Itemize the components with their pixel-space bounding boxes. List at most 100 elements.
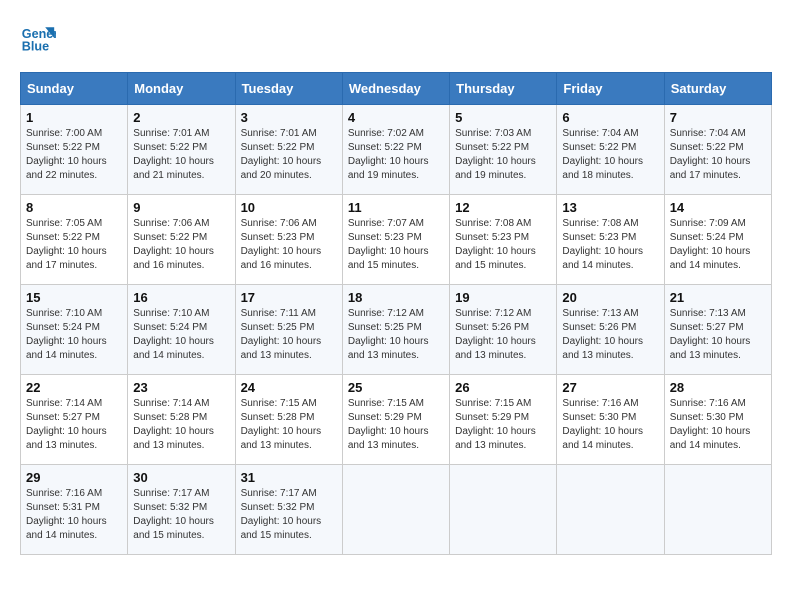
day-number: 1 bbox=[26, 110, 122, 125]
weekday-header-thursday: Thursday bbox=[450, 73, 557, 105]
day-number: 23 bbox=[133, 380, 229, 395]
day-info: Sunrise: 7:17 AMSunset: 5:32 PMDaylight:… bbox=[241, 488, 322, 541]
calendar-week-5: 29 Sunrise: 7:16 AMSunset: 5:31 PMDaylig… bbox=[21, 465, 772, 555]
calendar-cell: 12 Sunrise: 7:08 AMSunset: 5:23 PMDaylig… bbox=[450, 195, 557, 285]
day-info: Sunrise: 7:04 AMSunset: 5:22 PMDaylight:… bbox=[670, 128, 751, 181]
weekday-header-row: SundayMondayTuesdayWednesdayThursdayFrid… bbox=[21, 73, 772, 105]
day-info: Sunrise: 7:05 AMSunset: 5:22 PMDaylight:… bbox=[26, 218, 107, 271]
logo-icon: General Blue bbox=[20, 20, 56, 56]
calendar-cell: 22 Sunrise: 7:14 AMSunset: 5:27 PMDaylig… bbox=[21, 375, 128, 465]
calendar-cell bbox=[664, 465, 771, 555]
calendar-cell: 5 Sunrise: 7:03 AMSunset: 5:22 PMDayligh… bbox=[450, 105, 557, 195]
calendar-cell: 9 Sunrise: 7:06 AMSunset: 5:22 PMDayligh… bbox=[128, 195, 235, 285]
calendar-cell: 4 Sunrise: 7:02 AMSunset: 5:22 PMDayligh… bbox=[342, 105, 449, 195]
day-info: Sunrise: 7:08 AMSunset: 5:23 PMDaylight:… bbox=[455, 218, 536, 271]
calendar-cell: 2 Sunrise: 7:01 AMSunset: 5:22 PMDayligh… bbox=[128, 105, 235, 195]
weekday-header-friday: Friday bbox=[557, 73, 664, 105]
calendar-cell: 15 Sunrise: 7:10 AMSunset: 5:24 PMDaylig… bbox=[21, 285, 128, 375]
day-number: 4 bbox=[348, 110, 444, 125]
day-number: 24 bbox=[241, 380, 337, 395]
calendar-cell: 25 Sunrise: 7:15 AMSunset: 5:29 PMDaylig… bbox=[342, 375, 449, 465]
day-number: 11 bbox=[348, 200, 444, 215]
day-number: 15 bbox=[26, 290, 122, 305]
day-number: 12 bbox=[455, 200, 551, 215]
calendar-cell bbox=[342, 465, 449, 555]
day-number: 8 bbox=[26, 200, 122, 215]
calendar-cell: 31 Sunrise: 7:17 AMSunset: 5:32 PMDaylig… bbox=[235, 465, 342, 555]
day-number: 5 bbox=[455, 110, 551, 125]
day-info: Sunrise: 7:13 AMSunset: 5:27 PMDaylight:… bbox=[670, 308, 751, 361]
day-info: Sunrise: 7:16 AMSunset: 5:30 PMDaylight:… bbox=[562, 398, 643, 451]
calendar-cell: 23 Sunrise: 7:14 AMSunset: 5:28 PMDaylig… bbox=[128, 375, 235, 465]
day-info: Sunrise: 7:15 AMSunset: 5:29 PMDaylight:… bbox=[348, 398, 429, 451]
calendar-table: SundayMondayTuesdayWednesdayThursdayFrid… bbox=[20, 72, 772, 555]
day-number: 2 bbox=[133, 110, 229, 125]
day-info: Sunrise: 7:01 AMSunset: 5:22 PMDaylight:… bbox=[241, 128, 322, 181]
day-number: 19 bbox=[455, 290, 551, 305]
day-number: 22 bbox=[26, 380, 122, 395]
weekday-header-saturday: Saturday bbox=[664, 73, 771, 105]
calendar-cell bbox=[450, 465, 557, 555]
day-number: 7 bbox=[670, 110, 766, 125]
logo: General Blue bbox=[20, 20, 58, 56]
calendar-cell: 14 Sunrise: 7:09 AMSunset: 5:24 PMDaylig… bbox=[664, 195, 771, 285]
day-info: Sunrise: 7:11 AMSunset: 5:25 PMDaylight:… bbox=[241, 308, 322, 361]
calendar-cell: 16 Sunrise: 7:10 AMSunset: 5:24 PMDaylig… bbox=[128, 285, 235, 375]
day-info: Sunrise: 7:14 AMSunset: 5:27 PMDaylight:… bbox=[26, 398, 107, 451]
day-number: 30 bbox=[133, 470, 229, 485]
day-number: 20 bbox=[562, 290, 658, 305]
svg-text:Blue: Blue bbox=[22, 40, 49, 54]
day-number: 25 bbox=[348, 380, 444, 395]
weekday-header-tuesday: Tuesday bbox=[235, 73, 342, 105]
day-info: Sunrise: 7:15 AMSunset: 5:28 PMDaylight:… bbox=[241, 398, 322, 451]
day-number: 17 bbox=[241, 290, 337, 305]
calendar-cell: 13 Sunrise: 7:08 AMSunset: 5:23 PMDaylig… bbox=[557, 195, 664, 285]
day-info: Sunrise: 7:15 AMSunset: 5:29 PMDaylight:… bbox=[455, 398, 536, 451]
day-number: 29 bbox=[26, 470, 122, 485]
day-number: 26 bbox=[455, 380, 551, 395]
calendar-cell: 8 Sunrise: 7:05 AMSunset: 5:22 PMDayligh… bbox=[21, 195, 128, 285]
day-number: 10 bbox=[241, 200, 337, 215]
day-number: 31 bbox=[241, 470, 337, 485]
calendar-cell: 19 Sunrise: 7:12 AMSunset: 5:26 PMDaylig… bbox=[450, 285, 557, 375]
calendar-cell: 24 Sunrise: 7:15 AMSunset: 5:28 PMDaylig… bbox=[235, 375, 342, 465]
calendar-cell: 10 Sunrise: 7:06 AMSunset: 5:23 PMDaylig… bbox=[235, 195, 342, 285]
calendar-cell: 30 Sunrise: 7:17 AMSunset: 5:32 PMDaylig… bbox=[128, 465, 235, 555]
day-number: 13 bbox=[562, 200, 658, 215]
calendar-cell: 17 Sunrise: 7:11 AMSunset: 5:25 PMDaylig… bbox=[235, 285, 342, 375]
day-number: 27 bbox=[562, 380, 658, 395]
calendar-cell: 3 Sunrise: 7:01 AMSunset: 5:22 PMDayligh… bbox=[235, 105, 342, 195]
day-info: Sunrise: 7:06 AMSunset: 5:23 PMDaylight:… bbox=[241, 218, 322, 271]
day-info: Sunrise: 7:03 AMSunset: 5:22 PMDaylight:… bbox=[455, 128, 536, 181]
page-header: General Blue bbox=[20, 20, 772, 56]
day-info: Sunrise: 7:12 AMSunset: 5:26 PMDaylight:… bbox=[455, 308, 536, 361]
day-info: Sunrise: 7:17 AMSunset: 5:32 PMDaylight:… bbox=[133, 488, 214, 541]
calendar-cell: 1 Sunrise: 7:00 AMSunset: 5:22 PMDayligh… bbox=[21, 105, 128, 195]
calendar-cell: 18 Sunrise: 7:12 AMSunset: 5:25 PMDaylig… bbox=[342, 285, 449, 375]
weekday-header-sunday: Sunday bbox=[21, 73, 128, 105]
calendar-cell: 21 Sunrise: 7:13 AMSunset: 5:27 PMDaylig… bbox=[664, 285, 771, 375]
day-number: 28 bbox=[670, 380, 766, 395]
day-info: Sunrise: 7:08 AMSunset: 5:23 PMDaylight:… bbox=[562, 218, 643, 271]
day-number: 18 bbox=[348, 290, 444, 305]
day-info: Sunrise: 7:13 AMSunset: 5:26 PMDaylight:… bbox=[562, 308, 643, 361]
calendar-cell: 28 Sunrise: 7:16 AMSunset: 5:30 PMDaylig… bbox=[664, 375, 771, 465]
calendar-cell: 7 Sunrise: 7:04 AMSunset: 5:22 PMDayligh… bbox=[664, 105, 771, 195]
day-info: Sunrise: 7:04 AMSunset: 5:22 PMDaylight:… bbox=[562, 128, 643, 181]
day-info: Sunrise: 7:10 AMSunset: 5:24 PMDaylight:… bbox=[26, 308, 107, 361]
calendar-cell: 20 Sunrise: 7:13 AMSunset: 5:26 PMDaylig… bbox=[557, 285, 664, 375]
day-number: 21 bbox=[670, 290, 766, 305]
day-info: Sunrise: 7:10 AMSunset: 5:24 PMDaylight:… bbox=[133, 308, 214, 361]
weekday-header-wednesday: Wednesday bbox=[342, 73, 449, 105]
day-info: Sunrise: 7:02 AMSunset: 5:22 PMDaylight:… bbox=[348, 128, 429, 181]
calendar-cell: 26 Sunrise: 7:15 AMSunset: 5:29 PMDaylig… bbox=[450, 375, 557, 465]
day-info: Sunrise: 7:06 AMSunset: 5:22 PMDaylight:… bbox=[133, 218, 214, 271]
calendar-cell: 27 Sunrise: 7:16 AMSunset: 5:30 PMDaylig… bbox=[557, 375, 664, 465]
day-info: Sunrise: 7:14 AMSunset: 5:28 PMDaylight:… bbox=[133, 398, 214, 451]
day-info: Sunrise: 7:00 AMSunset: 5:22 PMDaylight:… bbox=[26, 128, 107, 181]
calendar-cell bbox=[557, 465, 664, 555]
day-info: Sunrise: 7:12 AMSunset: 5:25 PMDaylight:… bbox=[348, 308, 429, 361]
day-number: 14 bbox=[670, 200, 766, 215]
day-number: 9 bbox=[133, 200, 229, 215]
calendar-week-3: 15 Sunrise: 7:10 AMSunset: 5:24 PMDaylig… bbox=[21, 285, 772, 375]
